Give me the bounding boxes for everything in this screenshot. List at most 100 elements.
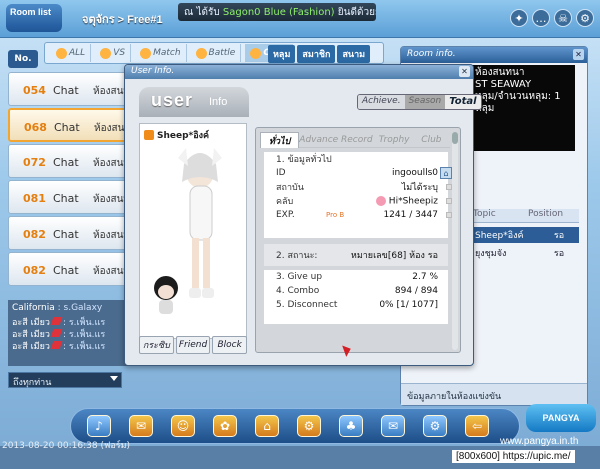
whisper-button[interactable]: กระซิบ bbox=[139, 336, 174, 354]
house-icon[interactable]: ⌂ bbox=[255, 415, 279, 437]
ticker-highlight: Sagon0 Blue (Fashion) bbox=[222, 7, 335, 18]
top-icons: ✦ … ☠ ⚙ bbox=[510, 9, 594, 27]
character-figure bbox=[154, 148, 222, 314]
guild-icon[interactable]: ✿ bbox=[213, 415, 237, 437]
checkbox[interactable] bbox=[446, 184, 452, 190]
top-bar: Room list จตุจักร > Free#1 ณ ได้รับ Sago… bbox=[0, 0, 600, 38]
user-stats-panel: ทั่วไป Advance Record Trophy Club 1. ข้อ… bbox=[255, 127, 461, 353]
match-icon bbox=[140, 47, 152, 59]
tab-club[interactable]: Club bbox=[412, 132, 451, 148]
emote-icon bbox=[50, 317, 63, 325]
col-members[interactable]: สมาชิก bbox=[297, 45, 336, 63]
col-holes[interactable]: หลุม bbox=[268, 45, 296, 63]
vs-icon bbox=[100, 47, 112, 59]
section-title: 1. ข้อมูลทั่วไป bbox=[276, 155, 332, 165]
chat-line: อะสี เมียว: ร.เพ็น.แร bbox=[12, 329, 106, 339]
emote-icon bbox=[50, 341, 63, 349]
room-row[interactable]: 072 Chat ห้องสนทนา bbox=[8, 144, 142, 178]
options-icon[interactable]: ⚙ bbox=[297, 415, 321, 437]
room-row[interactable]: 082 Chat ห้องสนทนา bbox=[8, 216, 142, 250]
close-icon[interactable]: ✕ bbox=[459, 66, 470, 77]
breadcrumb: จตุจักร > Free#1 bbox=[82, 14, 163, 26]
combo-row: 4. Combo 894 / 894 bbox=[276, 286, 438, 296]
give-up-row: 3. Give up 2.7 % bbox=[276, 272, 438, 282]
tab-total[interactable]: Total bbox=[445, 95, 481, 109]
general-info-section: 1. ข้อมูลทั่วไป ID ingooulls0 ⌂ สถาบัน ไ… bbox=[264, 152, 452, 238]
checkbox[interactable] bbox=[446, 198, 452, 204]
tab-season[interactable]: Season bbox=[404, 95, 446, 109]
friend-button[interactable]: Friend bbox=[175, 336, 211, 354]
tab-battle[interactable]: Battle bbox=[191, 44, 242, 62]
stats-section: 3. Give up 2.7 % 4. Combo 894 / 894 5. D… bbox=[264, 270, 448, 324]
chat-target-select[interactable]: ถึงทุกท่าน bbox=[8, 372, 122, 388]
room-info-header: Room info. ✕ bbox=[401, 47, 587, 63]
emote-icon bbox=[50, 329, 63, 337]
dialog-title: User Info. ✕ bbox=[125, 65, 473, 79]
refresh-icon bbox=[56, 47, 67, 59]
id-row: ID ingooulls0 ⌂ bbox=[264, 166, 452, 180]
disconnect-row: 5. Disconnect 0% [1/ 1077] bbox=[276, 300, 438, 310]
game-screen: Room list จตุจักร > Free#1 ณ ได้รับ Sago… bbox=[0, 0, 600, 469]
tab-advance[interactable]: Advance bbox=[299, 132, 339, 148]
col-course[interactable]: สนาม bbox=[337, 45, 371, 63]
gear-icon[interactable]: ⚙ bbox=[576, 9, 594, 27]
avatar-actions: กระซิบ Friend Block bbox=[139, 336, 248, 354]
room-row[interactable]: 081 Chat ห้องสนทนา bbox=[8, 180, 142, 214]
chat-icon[interactable]: … bbox=[532, 9, 550, 27]
mail-icon[interactable]: ✉ bbox=[381, 415, 405, 437]
tab-trophy[interactable]: Trophy bbox=[375, 132, 413, 148]
tab-general[interactable]: ทั่วไป bbox=[260, 132, 300, 148]
tab-vs[interactable]: VS bbox=[95, 44, 132, 62]
room-row[interactable]: 082 Chat ห้องสนทนา bbox=[8, 252, 142, 286]
close-icon[interactable]: ✕ bbox=[573, 49, 584, 60]
school-row: สถาบัน ไม่ได้ระบุ bbox=[264, 180, 452, 194]
checkbox[interactable] bbox=[446, 212, 452, 218]
room-row[interactable]: 054 Chat ห้องสนทนา bbox=[8, 72, 142, 106]
home-icon[interactable]: ⌂ bbox=[440, 167, 452, 179]
skull-icon[interactable]: ☠ bbox=[554, 9, 572, 27]
room-row-selected[interactable]: 068 Chat ห้องสนทนา bbox=[8, 108, 143, 142]
status-section: 2. สถานะ: หมายเลข[68] ห้อง รอ bbox=[264, 244, 448, 266]
no-sort-button[interactable]: No. bbox=[8, 50, 38, 68]
lobby-chat-log: California : s.Galaxy อะสี เมียว: ร.เพ็น… bbox=[8, 300, 136, 366]
site-url: www.pangya.in.th bbox=[500, 436, 579, 447]
chat-line: อะสี เมียว: ร.เพ็น.แร bbox=[12, 317, 106, 327]
friends-icon[interactable]: ☺ bbox=[171, 415, 195, 437]
music-icon[interactable]: ♪ bbox=[87, 415, 111, 437]
inventory-icon[interactable]: ♣ bbox=[339, 415, 363, 437]
tab-match[interactable]: Match bbox=[135, 44, 187, 62]
bottom-toolbar: ♪ ✉ ☺ ✿ ⌂ ⚙ ♣ ✉ ⚙ ⇦ bbox=[70, 408, 520, 444]
stat-mode-tabs: Achieve. Season Total bbox=[357, 94, 482, 110]
chevron-down-icon[interactable] bbox=[110, 376, 118, 381]
ticker-suffix: ยินดีด้วยยย bbox=[337, 7, 376, 18]
player-row[interactable]: ยุงชุมจัง รอ bbox=[469, 245, 579, 261]
tab-all[interactable]: ALL bbox=[51, 44, 92, 62]
chat-line: California : s.Galaxy bbox=[12, 303, 103, 313]
news-ticker: ณ ได้รับ Sagon0 Blue (Fashion) ยินดีด้วย… bbox=[178, 3, 376, 21]
user-info-badge: user Info bbox=[139, 87, 249, 117]
club-emblem-icon bbox=[375, 195, 386, 206]
chat-line: อะสี เมียว: ร.เพ็น.แร bbox=[12, 341, 106, 351]
room-list-logo: Room list bbox=[6, 4, 62, 32]
sparkle-icon[interactable]: ✦ bbox=[510, 9, 528, 27]
tab-achieve[interactable]: Achieve. bbox=[358, 95, 405, 109]
shop-icon[interactable]: ✉ bbox=[129, 415, 153, 437]
settings-icon[interactable]: ⚙ bbox=[423, 415, 447, 437]
tab-record[interactable]: Record bbox=[338, 132, 376, 148]
chat-tab-icon bbox=[250, 47, 262, 59]
player-row[interactable]: Sheep*อิงค์ รอ bbox=[469, 227, 579, 243]
block-button[interactable]: Block bbox=[212, 336, 248, 354]
exp-row: EXP. Pro B 1241 / 3447 bbox=[264, 208, 452, 222]
rank-icon bbox=[144, 130, 154, 140]
ticker-prefix: ณ ได้รับ bbox=[184, 7, 220, 18]
scrollbar[interactable] bbox=[452, 132, 458, 350]
status-row: 2. สถานะ: หมายเลข[68] ห้อง รอ bbox=[276, 251, 438, 261]
image-credit: [800x600] https://upic.me/ bbox=[452, 450, 575, 463]
player-list-header: Topic Position bbox=[469, 209, 579, 223]
user-info-dialog: User Info. ✕ user Info Achieve. Season T… bbox=[124, 64, 482, 366]
rank-badge: Pro B bbox=[326, 211, 345, 219]
room-list: 054 Chat ห้องสนทนา 068 Chat ห้องสนทนา 072 Cha… bbox=[8, 72, 143, 288]
stats-tabs: ทั่วไป Advance Record Trophy Club bbox=[260, 132, 451, 148]
exit-icon[interactable]: ⇦ bbox=[465, 415, 489, 437]
scrollbar-thumb[interactable] bbox=[452, 132, 458, 144]
